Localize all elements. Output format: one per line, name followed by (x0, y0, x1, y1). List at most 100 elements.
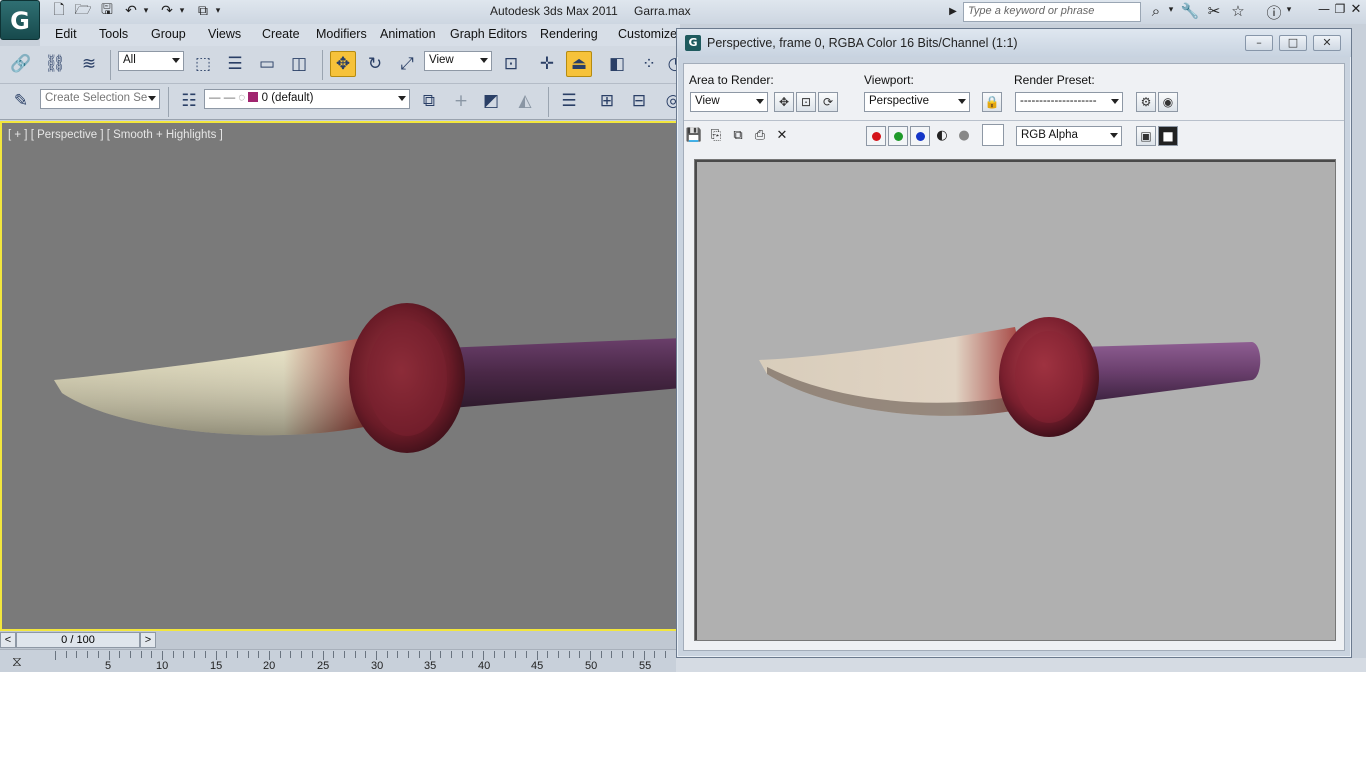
select-and-move-icon[interactable]: ✥ (330, 51, 356, 77)
green-channel-toggle[interactable] (888, 126, 908, 146)
edit-named-selection-icon[interactable]: ✎ (8, 88, 34, 114)
render-window-title-bar[interactable]: G Perspective, frame 0, RGBA Color 16 Bi… (677, 29, 1351, 57)
copy-image-icon[interactable]: ⎘ (706, 126, 726, 146)
search-input[interactable]: Type a keyword or phrase (963, 2, 1141, 22)
ruler-tick (397, 651, 399, 658)
render-close-icon[interactable]: ✕ (1313, 35, 1341, 51)
mirror-icon[interactable]: ◧ (604, 51, 630, 77)
toggle-ui-icon[interactable]: ■ (1158, 126, 1178, 146)
curve-editor-icon[interactable]: ⊞ (594, 88, 620, 114)
render-button-icon[interactable]: ◉ (1158, 92, 1178, 112)
save-file-icon[interactable]: 🖫 (96, 2, 118, 20)
red-channel-toggle[interactable] (866, 126, 886, 146)
set-current-layer-icon[interactable]: ◭ (512, 88, 538, 114)
render-maximize-icon[interactable]: □ (1279, 35, 1307, 51)
layer-manager-icon[interactable]: ☷ (176, 88, 202, 114)
render-settings-strip (676, 658, 1366, 672)
binoculars-icon[interactable]: ⌕ (1146, 2, 1166, 22)
edit-region-icon[interactable]: ✥ (774, 92, 794, 112)
menu-tools[interactable]: Tools (99, 27, 128, 41)
help-icon[interactable]: ⓘ (1264, 2, 1284, 22)
undo-icon[interactable]: ↶ (120, 2, 142, 20)
menu-customize[interactable]: Customize (618, 27, 677, 41)
subscription-icon[interactable]: 🔧 (1180, 2, 1200, 22)
select-and-manipulate-icon[interactable]: ✛ (534, 51, 560, 77)
redo-icon[interactable]: ↷ (156, 2, 178, 20)
close-icon[interactable]: ✕ (1346, 2, 1366, 22)
menu-animation[interactable]: Animation (380, 27, 436, 41)
help-dropdown-icon[interactable]: ▾ (1284, 5, 1294, 25)
track-bar-toggle-icon[interactable]: ⧖ (12, 654, 22, 670)
keyboard-shortcut-override-icon[interactable]: ⏏ (566, 51, 592, 77)
create-new-layer-icon[interactable]: ⧉ (416, 88, 442, 114)
clear-image-icon[interactable]: ✕ (772, 126, 792, 146)
monochrome-icon[interactable]: ● (954, 126, 974, 146)
rectangular-selection-icon[interactable]: ▭ (254, 51, 280, 77)
menu-create[interactable]: Create (262, 27, 300, 41)
menu-views[interactable]: Views (208, 27, 241, 41)
ruler-label: 50 (585, 660, 598, 672)
menu-group[interactable]: Group (151, 27, 186, 41)
selection-filter-dropdown[interactable]: All (118, 51, 184, 71)
app-logo-button[interactable]: G (0, 0, 40, 40)
favorites-star-icon[interactable]: ☆ (1228, 2, 1248, 22)
color-swatch[interactable] (982, 124, 1004, 146)
perspective-viewport[interactable]: [ + ] [ Perspective ] [ Smooth + Highlig… (0, 121, 680, 631)
open-file-icon[interactable]: 🗁 (72, 2, 94, 20)
ruler-tick (97, 651, 99, 658)
blue-channel-toggle[interactable] (910, 126, 930, 146)
bind-to-space-warp-icon[interactable]: ≋ (76, 51, 102, 77)
select-by-name-icon[interactable]: ☰ (222, 51, 248, 77)
save-image-icon[interactable]: 💾 (684, 126, 704, 146)
new-file-icon[interactable]: 🗋 (48, 2, 70, 20)
time-slider[interactable]: 0 / 100 (16, 632, 140, 648)
quick-access-dropdown-icon[interactable]: ▾ (212, 2, 224, 20)
select-object-icon[interactable]: ⬚ (190, 51, 216, 77)
track-bar[interactable]: ⧖ 5 10 15 20 25 30 35 40 45 50 55 (0, 649, 680, 672)
render-minimize-icon[interactable]: – (1245, 35, 1273, 51)
layer-explorer-icon[interactable]: ☰ (556, 88, 582, 114)
auto-region-icon[interactable]: ⊡ (796, 92, 816, 112)
communication-center-icon[interactable]: ✂ (1204, 2, 1224, 22)
menu-rendering[interactable]: Rendering (540, 27, 598, 41)
select-and-scale-icon[interactable]: ⤢ (394, 51, 420, 77)
time-next-button[interactable]: > (140, 632, 156, 648)
render-region-icon[interactable]: ⟳ (818, 92, 838, 112)
display-channel-dropdown[interactable]: RGB Alpha (1016, 126, 1122, 146)
toggle-ui-overlays-icon[interactable]: ▣ (1136, 126, 1156, 146)
select-and-link-icon[interactable]: 🔗 (8, 51, 34, 77)
ruler-tick (461, 651, 463, 658)
select-and-rotate-icon[interactable]: ↻ (362, 51, 388, 77)
render-preset-dropdown[interactable]: -------------------- (1015, 92, 1123, 112)
named-selection-dropdown[interactable]: Create Selection Se (40, 89, 160, 109)
layer-dropdown[interactable]: — — ◌ 0 (default) (204, 89, 410, 109)
menu-modifiers[interactable]: Modifiers (316, 27, 367, 41)
render-setup-icon[interactable]: ⚙ (1136, 92, 1156, 112)
window-crossing-icon[interactable]: ◫ (286, 51, 312, 77)
layer-color-swatch (248, 92, 259, 102)
alpha-channel-icon[interactable]: ◐ (932, 126, 952, 146)
reference-coordinate-dropdown[interactable]: View (424, 51, 492, 71)
time-prev-button[interactable]: < (0, 632, 16, 648)
lock-viewport-icon[interactable]: 🔒 (982, 92, 1002, 112)
pivot-center-icon[interactable]: ⊡ (498, 51, 524, 77)
rendered-image[interactable] (697, 162, 1335, 640)
menu-edit[interactable]: Edit (55, 27, 77, 41)
viewport-label[interactable]: [ + ] [ Perspective ] [ Smooth + Highlig… (8, 129, 223, 141)
select-in-layer-icon[interactable]: ◩ (478, 88, 504, 114)
unlink-selection-icon[interactable]: ⛓ (42, 51, 68, 77)
undo-dropdown-icon[interactable]: ▾ (140, 2, 152, 20)
viewport-dropdown[interactable]: Perspective (864, 92, 970, 112)
clone-window-icon[interactable]: ⧉ (728, 126, 748, 146)
command-panel-edge[interactable] (1352, 24, 1366, 672)
schematic-view-icon[interactable]: ⊟ (626, 88, 652, 114)
align-icon[interactable]: ⁘ (636, 51, 662, 77)
menu-graph-editors[interactable]: Graph Editors (450, 27, 527, 41)
add-to-layer-icon[interactable]: + (448, 88, 474, 114)
project-folder-icon[interactable]: ⧉ (192, 2, 214, 20)
search-dropdown-icon[interactable]: ▾ (1166, 5, 1176, 25)
redo-dropdown-icon[interactable]: ▾ (176, 2, 188, 20)
expand-arrow-icon[interactable]: ▶ (946, 2, 960, 20)
area-to-render-dropdown[interactable]: View (690, 92, 768, 112)
print-image-icon[interactable]: ⎙ (750, 126, 770, 146)
